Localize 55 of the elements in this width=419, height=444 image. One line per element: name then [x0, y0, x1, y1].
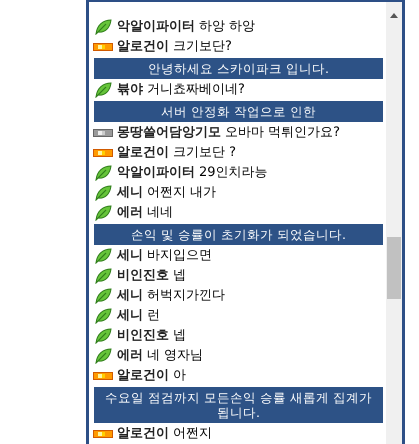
leaf-icon [94, 185, 112, 201]
rank-bar-icon [93, 128, 113, 138]
user-name: 비인진호 [117, 267, 169, 286]
leaf-icon [94, 205, 112, 221]
user-name: 세니 [117, 287, 143, 306]
user-name: 세니 [117, 307, 143, 326]
scroll-up-icon[interactable] [390, 13, 398, 18]
leaf-icon [94, 348, 112, 364]
leaf-icon [94, 308, 112, 324]
message-text: 런 [147, 307, 160, 326]
rank-bar-icon [93, 371, 113, 381]
leaf-icon [94, 82, 112, 98]
message-text: 네네 [147, 204, 173, 222]
message-text: 허벅지가낀다 [147, 287, 225, 306]
user-name: 몽땅쓸어담앙기모 [117, 124, 221, 142]
user-name: 악알이파이터 [117, 18, 195, 36]
rank-bar-icon [93, 42, 113, 52]
message-text: 29인치라능 [199, 164, 268, 182]
message-text: 크기보단 ? [173, 144, 236, 162]
user-name: 에러 [117, 347, 143, 366]
message-text: 오바마 먹튀인가요? [225, 124, 340, 142]
notice-banner: 서버 안정화 작업으로 인한 [94, 101, 383, 122]
user-name: 악알이파이터 [117, 164, 195, 182]
user-name: 뷲야 [117, 81, 143, 100]
leaf-icon [94, 19, 112, 35]
leaf-icon [94, 248, 112, 264]
leaf-icon [94, 288, 112, 304]
message-text: 네 영자님 [147, 347, 204, 366]
message-text: 어쩐지 내가 [147, 184, 216, 202]
user-name: 알로건이 [117, 425, 169, 444]
message-text: 아 [173, 367, 186, 386]
user-name: 에러 [117, 204, 143, 222]
message-text: 넵 [173, 267, 186, 286]
rank-bar-icon [93, 148, 113, 158]
leaf-icon [94, 328, 112, 344]
user-name: 비인진호 [117, 327, 169, 346]
leaf-icon [94, 268, 112, 284]
notice-banner: 안녕하세요 스카이파크 입니다. [94, 58, 383, 79]
notice-banner: 수요일 점검까지 모든손익 승률 새롭게 집계가 됩니다. [94, 387, 383, 423]
notice-banner: 손익 및 승률이 초기화가 되었습니다. [94, 224, 383, 245]
rank-bar-icon [93, 429, 113, 439]
scrollbar[interactable] [386, 2, 402, 444]
scroll-thumb[interactable] [387, 237, 401, 299]
user-name: 세니 [117, 184, 143, 202]
message-text: 넵 [173, 327, 186, 346]
user-name: 알로건이 [117, 38, 169, 56]
user-name: 세니 [117, 247, 143, 266]
message-text: 하앙 하앙 [199, 18, 256, 36]
message-text: 바지입으면 [147, 247, 212, 266]
user-name: 알로건이 [117, 367, 169, 386]
message-text: 크기보단? [173, 38, 232, 56]
user-name: 알로건이 [117, 144, 169, 162]
message-text: 어쩐지 [173, 425, 212, 444]
leaf-icon [94, 165, 112, 181]
message-text: 거니쵸짜베이네? [147, 81, 245, 100]
